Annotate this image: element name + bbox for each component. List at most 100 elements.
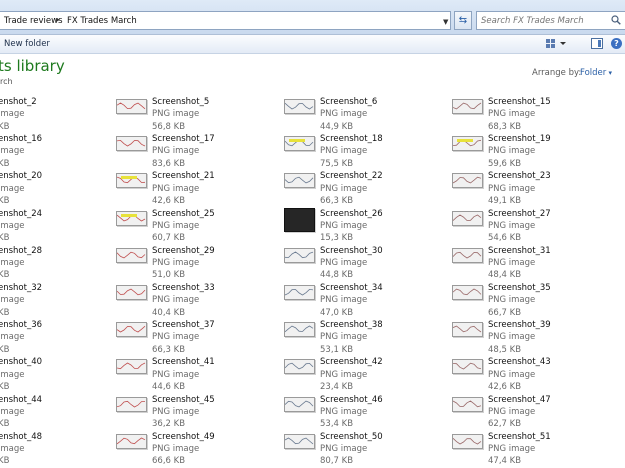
file-item[interactable]: Screenshot_47 PNG image 62,7 KB: [452, 394, 612, 431]
preview-pane-icon[interactable]: [591, 38, 603, 49]
file-size: KB: [0, 121, 10, 132]
file-info: enshot_16 image KB: [0, 133, 42, 170]
file-name: Screenshot_50: [320, 431, 383, 442]
file-type: PNG image: [320, 406, 368, 417]
breadcrumb-item-trade-reviews[interactable]: Trade reviews: [4, 16, 63, 26]
image-thumbnail-icon: [284, 285, 315, 300]
file-item[interactable]: Screenshot_41 PNG image 44,6 KB: [116, 356, 276, 393]
file-item[interactable]: Screenshot_26 PNG image 15,3 KB: [284, 207, 444, 245]
file-size: 44,8 KB: [320, 270, 354, 281]
file-type: PNG image: [488, 369, 536, 380]
file-name: enshot_44: [0, 394, 43, 405]
image-thumbnail-icon: [452, 247, 483, 263]
file-item[interactable]: Screenshot_35 PNG image 66,7 KB: [452, 282, 612, 319]
file-item[interactable]: Screenshot_51 PNG image 47,4 KB: [452, 431, 612, 468]
file-size: 68,3 KB: [488, 121, 522, 132]
chevron-down-icon[interactable]: ▼: [443, 18, 448, 26]
file-size: 44,9 KB: [320, 121, 354, 132]
file-item[interactable]: Screenshot_27 PNG image 54,6 KB: [452, 208, 612, 245]
file-item[interactable]: Screenshot_34 PNG image 47,0 KB: [284, 282, 444, 319]
file-type: PNG image: [488, 444, 536, 455]
file-name: Screenshot_49: [152, 431, 215, 442]
file-item[interactable]: Screenshot_50 PNG image 80,7 KB: [284, 431, 444, 468]
file-info: enshot_40 image KB: [0, 356, 42, 393]
help-icon[interactable]: ?: [611, 38, 622, 49]
image-thumbnail-icon: [452, 322, 483, 338]
refresh-icon: ⇆: [458, 15, 468, 26]
file-info: Screenshot_5 PNG image 56,8 KB: [152, 96, 209, 133]
file-info: enshot_44 image KB: [0, 394, 42, 431]
file-name: Screenshot_22: [320, 171, 383, 182]
file-info: Screenshot_18 PNG image 75,5 KB: [320, 133, 383, 170]
file-size: 48,5 KB: [488, 344, 522, 355]
chevron-right-icon[interactable]: ▸: [56, 15, 60, 24]
file-item[interactable]: Screenshot_22 PNG image 66,3 KB: [284, 170, 444, 207]
file-info: Screenshot_38 PNG image 53,1 KB: [320, 319, 383, 356]
file-item[interactable]: Screenshot_39 PNG image 48,5 KB: [452, 319, 612, 356]
search-input[interactable]: [481, 14, 606, 27]
file-name: Screenshot_31: [488, 245, 551, 256]
file-size: 66,3 KB: [152, 344, 186, 355]
file-item[interactable]: Screenshot_5 PNG image 56,8 KB: [116, 96, 276, 133]
file-item[interactable]: Screenshot_25 PNG image 60,7 KB: [116, 208, 276, 245]
file-type: image: [0, 406, 25, 417]
file-info: Screenshot_21 PNG image 42,6 KB: [152, 170, 215, 207]
file-type: PNG image: [320, 220, 368, 231]
file-item[interactable]: Screenshot_19 PNG image 59,6 KB: [452, 133, 612, 170]
refresh-button[interactable]: ⇆: [454, 11, 472, 30]
breadcrumb[interactable]: Trade reviews ▸ FX Trades March ▼: [0, 11, 451, 30]
library-subtitle: rch: [0, 77, 13, 86]
file-size: 83,6 KB: [152, 158, 186, 169]
file-name: enshot_2: [0, 97, 37, 107]
image-thumbnail-icon: [452, 173, 483, 189]
file-type: image: [0, 369, 25, 380]
file-item[interactable]: Screenshot_18 PNG image 75,5 KB: [284, 133, 444, 170]
file-size: 48,4 KB: [488, 270, 522, 281]
new-folder-button[interactable]: New folder: [4, 39, 50, 49]
file-item[interactable]: Screenshot_31 PNG image 48,4 KB: [452, 245, 612, 282]
file-item[interactable]: Screenshot_15 PNG image 68,3 KB: [452, 96, 612, 133]
file-name: enshot_48: [0, 431, 43, 442]
file-item[interactable]: Screenshot_38 PNG image 53,1 KB: [284, 319, 444, 356]
file-item[interactable]: Screenshot_45 PNG image 36,2 KB: [116, 394, 276, 431]
image-thumbnail-icon: [452, 396, 483, 412]
file-item[interactable]: Screenshot_6 PNG image 44,9 KB: [284, 96, 444, 133]
file-name: Screenshot_26: [320, 208, 383, 219]
search-icon[interactable]: [611, 15, 621, 25]
image-thumbnail-icon: [284, 207, 315, 232]
address-bar-area: Trade reviews ▸ FX Trades March ▼ ⇆: [0, 0, 625, 35]
view-options-icon[interactable]: [545, 38, 567, 50]
file-info: Screenshot_35 PNG image 66,7 KB: [488, 282, 551, 319]
file-item[interactable]: Screenshot_21 PNG image 42,6 KB: [116, 170, 276, 207]
file-info: Screenshot_23 PNG image 49,1 KB: [488, 170, 551, 207]
file-name: enshot_16: [0, 134, 43, 145]
file-item[interactable]: Screenshot_33 PNG image 40,4 KB: [116, 282, 276, 319]
file-item[interactable]: Screenshot_29 PNG image 51,0 KB: [116, 245, 276, 282]
file-item[interactable]: Screenshot_49 PNG image 66,6 KB: [116, 431, 276, 468]
file-item[interactable]: Screenshot_23 PNG image 49,1 KB: [452, 170, 612, 207]
file-item[interactable]: Screenshot_46 PNG image 53,4 KB: [284, 394, 444, 431]
file-name: Screenshot_33: [152, 283, 215, 293]
file-info: enshot_2 image KB: [0, 96, 37, 133]
image-thumbnail-icon: [452, 99, 483, 114]
breadcrumb-item-fx-trades-march[interactable]: FX Trades March: [67, 16, 137, 26]
image-thumbnail-icon: [116, 285, 147, 300]
file-info: Screenshot_26 PNG image 15,3 KB: [320, 208, 383, 245]
file-type: image: [0, 295, 25, 306]
command-bar: New folder ?: [0, 35, 625, 54]
image-thumbnail-icon: [452, 136, 483, 152]
file-type: image: [0, 444, 25, 455]
file-info: enshot_24 image KB: [0, 208, 42, 245]
file-item[interactable]: Screenshot_30 PNG image 44,8 KB: [284, 245, 444, 282]
file-item[interactable]: Screenshot_17 PNG image 83,6 KB: [116, 133, 276, 170]
image-thumbnail-icon: [452, 433, 483, 449]
search-box[interactable]: [476, 11, 625, 30]
file-item[interactable]: Screenshot_43 PNG image 42,6 KB: [452, 356, 612, 393]
arrange-by-dropdown[interactable]: Folder: [580, 68, 612, 78]
file-item[interactable]: Screenshot_37 PNG image 66,3 KB: [116, 319, 276, 356]
file-type: PNG image: [488, 332, 536, 343]
file-info: Screenshot_22 PNG image 66,3 KB: [320, 170, 383, 207]
file-name: Screenshot_41: [152, 357, 215, 368]
file-item[interactable]: Screenshot_42 PNG image 23,4 KB: [284, 356, 444, 393]
file-info: Screenshot_41 PNG image 44,6 KB: [152, 356, 215, 393]
